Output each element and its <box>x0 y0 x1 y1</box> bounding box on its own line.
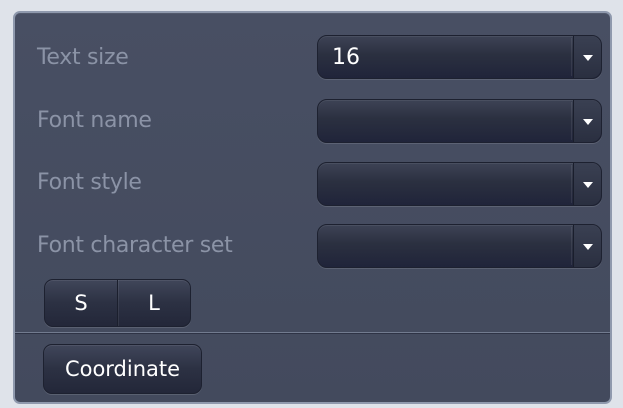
text-size-label: Text size <box>37 45 129 70</box>
divider <box>15 332 610 334</box>
font-style-dropdown[interactable] <box>317 162 602 206</box>
font-name-dropdown-button[interactable] <box>571 100 601 142</box>
font-character-set-dropdown[interactable] <box>317 224 602 268</box>
font-name-dropdown[interactable] <box>317 99 602 143</box>
text-size-dropdown-button[interactable] <box>571 36 601 78</box>
text-size-dropdown[interactable]: 16 <box>317 35 602 79</box>
font-character-set-dropdown-button[interactable] <box>571 225 601 267</box>
chevron-down-icon <box>583 244 593 250</box>
font-style-dropdown-button[interactable] <box>571 163 601 205</box>
font-character-set-label: Font character set <box>37 233 233 258</box>
font-style-label: Font style <box>37 170 142 195</box>
large-size-button[interactable]: L <box>117 280 190 326</box>
font-name-label: Font name <box>37 108 152 133</box>
chevron-down-icon <box>583 55 593 61</box>
chevron-down-icon <box>583 182 593 188</box>
chevron-down-icon <box>583 119 593 125</box>
coordinate-button[interactable]: Coordinate <box>43 344 202 394</box>
text-size-value: 16 <box>332 45 360 70</box>
small-size-button[interactable]: S <box>45 280 117 326</box>
text-settings-panel: Text size 16 Font name Font style Font c… <box>13 11 612 404</box>
size-button-group: S L <box>44 279 191 327</box>
